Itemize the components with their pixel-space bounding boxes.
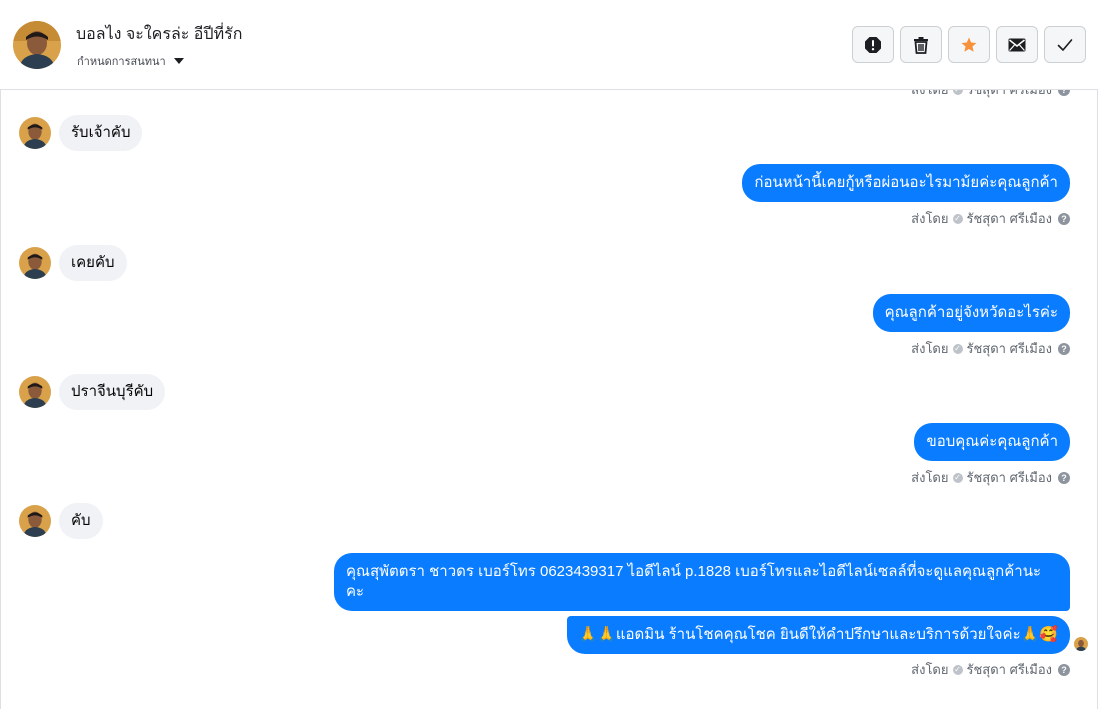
conversation-header: บอลไง จะใครล่ะ อีปีที่รัก กำหนดการสนทนา	[0, 0, 1098, 90]
message-meta: ส่งโดย ✓ รัชสุดา ศรีเมือง ?	[911, 659, 1070, 680]
message-meta: ส่งโดย ✓ รัชสุดา ศรีเมือง ?	[911, 467, 1070, 488]
help-icon[interactable]: ?	[1058, 342, 1070, 355]
mark-unread-button[interactable]	[996, 26, 1038, 63]
contact-avatar[interactable]	[13, 21, 61, 69]
avatar[interactable]	[19, 505, 51, 537]
list-item: 🙏🙏แอดมิน ร้านโชคคุณโชค ยินดีให้คำปรึกษาแ…	[566, 616, 1070, 654]
mark-done-button[interactable]	[1044, 26, 1086, 63]
assign-conversation-label: กำหนดการสนทนา	[77, 56, 166, 68]
mark-spam-button[interactable]	[852, 26, 894, 63]
avatar[interactable]	[19, 117, 51, 149]
sent-check-icon: ✓	[952, 343, 963, 354]
conversation-actions	[852, 26, 1086, 63]
sent-by-label: ส่งโดย	[911, 90, 948, 100]
outgoing-message[interactable]: ขอบคุณค่ะคุณลูกค้า	[914, 423, 1070, 461]
list-item: คุณลูกค้าอยู่จังหวัดอะไรค่ะ	[872, 294, 1070, 332]
outgoing-message[interactable]: ก่อนหน้านี้เคยกู้หรือผ่อนอะไรมาม้ยค่ะคุณ…	[742, 164, 1070, 202]
incoming-message[interactable]: รับเจ้าคับ	[59, 115, 143, 151]
message-meta: ส่งโดย ✓ รัชสุดา ศรีเมือง ?	[911, 90, 1070, 100]
list-item: คุณสุพัตตรา ชาวดร เบอร์โทร 0623439317 ไอ…	[334, 553, 1070, 611]
help-icon[interactable]: ?	[1058, 663, 1070, 676]
assign-conversation-dropdown[interactable]: กำหนดการสนทนา	[77, 52, 184, 70]
list-item: รับเจ้าคับ	[19, 115, 143, 151]
list-item: เคยคับ	[19, 245, 127, 281]
message-meta: ส่งโดย ✓ รัชสุดา ศรีเมือง ?	[911, 208, 1070, 229]
checkmark-icon	[1057, 38, 1073, 51]
sender-name[interactable]: รัชสุดา ศรีเมือง	[967, 90, 1053, 100]
sent-by-label: ส่งโดย	[911, 341, 949, 356]
avatar[interactable]	[19, 247, 51, 279]
sent-by-label: ส่งโดย	[911, 662, 949, 677]
outgoing-message[interactable]: คุณลูกค้าอยู่จังหวัดอะไรค่ะ	[872, 294, 1070, 332]
help-icon[interactable]: ?	[1058, 212, 1070, 225]
avatar[interactable]	[19, 376, 51, 408]
delete-button[interactable]	[900, 26, 942, 63]
help-icon[interactable]: ?	[1058, 90, 1070, 96]
message-meta: ส่งโดย ✓ รัชสุดา ศรีเมือง ?	[911, 338, 1070, 359]
caret-down-icon	[173, 58, 184, 64]
trash-icon	[914, 36, 928, 54]
message-thread[interactable]: ส่งโดย ✓ รัชสุดา ศรีเมือง ? รับเจ้าคับ ก…	[0, 90, 1098, 709]
list-item: คับ	[19, 503, 103, 539]
list-item: ก่อนหน้านี้เคยกู้หรือผ่อนอะไรมาม้ยค่ะคุณ…	[742, 164, 1070, 202]
sent-check-icon: ✓	[952, 90, 963, 95]
incoming-message[interactable]: เคยคับ	[59, 245, 127, 281]
help-icon[interactable]: ?	[1058, 471, 1070, 484]
envelope-icon	[1008, 38, 1026, 51]
star-icon	[961, 37, 977, 52]
list-item: ขอบคุณค่ะคุณลูกค้า	[914, 423, 1070, 461]
outgoing-message[interactable]: 🙏🙏แอดมิน ร้านโชคคุณโชค ยินดีให้คำปรึกษาแ…	[566, 616, 1070, 654]
list-item: ปราจีนบุรีคับ	[19, 374, 166, 410]
sent-by-label: ส่งโดย	[911, 470, 949, 485]
sender-name[interactable]: รัชสุดา ศรีเมือง	[967, 208, 1053, 229]
exclamation-octagon-icon	[865, 36, 881, 53]
sender-name[interactable]: รัชสุดา ศรีเมือง	[967, 659, 1053, 680]
sent-check-icon: ✓	[952, 213, 963, 224]
sent-check-icon: ✓	[952, 472, 963, 483]
seen-avatar	[1074, 637, 1088, 651]
sender-name[interactable]: รัชสุดา ศรีเมือง	[967, 467, 1053, 488]
sent-by-label: ส่งโดย	[911, 211, 949, 226]
sender-name[interactable]: รัชสุดา ศรีเมือง	[967, 338, 1053, 359]
incoming-message[interactable]: ปราจีนบุรีคับ	[59, 374, 166, 410]
outgoing-message[interactable]: คุณสุพัตตรา ชาวดร เบอร์โทร 0623439317 ไอ…	[334, 553, 1070, 611]
contact-name[interactable]: บอลไง จะใครล่ะ อีปีที่รัก	[76, 22, 242, 47]
star-button[interactable]	[948, 26, 990, 63]
incoming-message[interactable]: คับ	[59, 503, 103, 539]
sent-check-icon: ✓	[952, 664, 963, 675]
